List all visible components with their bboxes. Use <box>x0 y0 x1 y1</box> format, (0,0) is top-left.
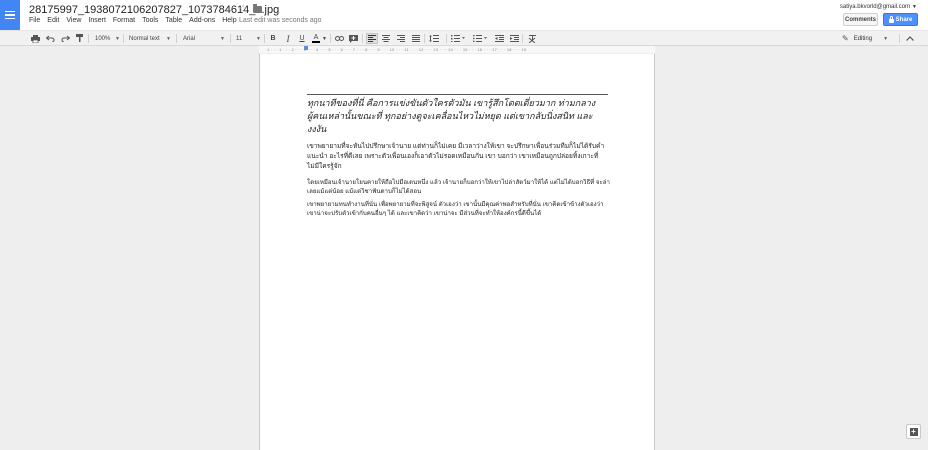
numbered-list-icon[interactable] <box>450 33 466 44</box>
insert-comment-icon[interactable] <box>348 33 358 44</box>
text-color-caret-icon[interactable]: ▼ <box>322 33 327 44</box>
align-justify-button[interactable] <box>411 33 421 44</box>
toolbar-divider <box>362 34 363 43</box>
caret-down-icon: ▼ <box>912 4 917 10</box>
menu-format[interactable]: Format <box>113 17 135 24</box>
font-value: Arial <box>183 35 196 42</box>
font-select[interactable]: Arial ▼ <box>183 33 225 44</box>
undo-icon[interactable] <box>45 33 55 44</box>
link-icon[interactable] <box>334 33 344 44</box>
share-button[interactable]: Share <box>883 13 918 26</box>
line-spacing-icon[interactable] <box>428 33 442 44</box>
ruler-labels: 1 · · · 1 · · · 2 · · · 3 · · · 4 · · · … <box>267 47 527 52</box>
menu-tools[interactable]: Tools <box>142 17 158 24</box>
add-comment-icon: + <box>909 426 918 436</box>
menu-insert[interactable]: Insert <box>88 17 106 24</box>
toolbar-divider <box>522 34 523 43</box>
font-size-select[interactable]: 11 ▼ <box>236 33 261 44</box>
editing-mode-select[interactable]: ✎ Editing ▼ <box>842 33 888 44</box>
paragraph-style-value: Normal text <box>129 35 160 42</box>
paragraph-4[interactable]: เขาพยายามทนทำงานที่นั่น เพื่อพยายามที่จะ… <box>307 200 610 218</box>
comments-button[interactable]: Comments <box>843 13 878 26</box>
bold-button[interactable]: B <box>268 33 278 44</box>
clear-formatting-icon[interactable] <box>527 33 537 44</box>
paragraph-2[interactable]: เขาพยายามที่จะหันไปปรึกษาเจ้านาย แต่ท่าน… <box>307 142 610 172</box>
text-color-button[interactable]: A <box>311 33 321 44</box>
redo-icon[interactable] <box>60 33 70 44</box>
toolbar: 100% ▼ Normal text ▼ Arial ▼ 11 ▼ B I U A ▼ <box>0 30 928 46</box>
menu-addons[interactable]: Add-ons <box>189 17 215 24</box>
menu-file[interactable]: File <box>29 17 40 24</box>
align-left-button[interactable] <box>366 33 378 44</box>
menu-bar: File Edit View Insert Format Tools Table… <box>29 17 244 24</box>
zoom-value: 100% <box>95 35 111 42</box>
menu-table[interactable]: Table <box>165 17 182 24</box>
paragraph-1[interactable]: ทุกนาทีของที่นี่ คือการแข่งขันตัวใครตัวม… <box>307 97 610 136</box>
print-icon[interactable] <box>30 33 40 44</box>
add-comment-button[interactable]: + <box>906 424 921 439</box>
menu-help[interactable]: Help <box>222 17 236 24</box>
share-label: Share <box>895 16 913 23</box>
menu-edit[interactable]: Edit <box>47 17 59 24</box>
menu-view[interactable]: View <box>66 17 81 24</box>
last-edit-status[interactable]: Last edit was seconds ago <box>239 17 322 24</box>
paragraph-3[interactable]: โดยเหมือนเจ้านายโยนคายให้ถือไปมือเดนหนึ่… <box>307 178 610 196</box>
underline-button[interactable]: U <box>297 33 307 44</box>
toolbar-divider <box>899 34 900 43</box>
increase-indent-icon[interactable] <box>509 33 519 44</box>
pencil-icon: ✎ <box>842 34 849 43</box>
toolbar-divider <box>176 34 177 43</box>
account-menu[interactable]: satiya.bkvorld@gmail.com ▼ <box>840 4 917 10</box>
caret-down-icon: ▼ <box>883 35 889 42</box>
editing-mode-label: Editing <box>853 35 873 42</box>
docs-logo-icon[interactable] <box>0 0 20 30</box>
caret-down-icon: ▼ <box>256 35 261 42</box>
align-right-button[interactable] <box>396 33 406 44</box>
text-color-swatch <box>312 41 320 43</box>
horizontal-line <box>307 94 608 95</box>
account-email: satiya.bkvorld@gmail.com <box>839 4 911 10</box>
star-icon[interactable]: ☆ <box>238 3 248 15</box>
toolbar-divider <box>424 34 425 43</box>
text-color-letter: A <box>313 34 319 41</box>
zoom-select[interactable]: 100% ▼ <box>95 33 120 44</box>
caret-down-icon: ▼ <box>166 35 171 42</box>
toolbar-divider <box>123 34 124 43</box>
paragraph-style-select[interactable]: Normal text ▼ <box>129 33 171 44</box>
italic-button[interactable]: I <box>283 33 293 44</box>
decrease-indent-icon[interactable] <box>494 33 504 44</box>
toolbar-divider <box>88 34 89 43</box>
caret-down-icon: ▼ <box>115 35 120 42</box>
lock-icon <box>888 15 894 23</box>
paint-format-icon[interactable] <box>75 33 85 44</box>
toolbar-divider <box>230 34 231 43</box>
folder-icon[interactable] <box>252 4 262 13</box>
title-actions: ☆ <box>238 3 262 15</box>
header-bar: 28175997_1938072106207827_1073784614_n.j… <box>0 0 928 30</box>
document-page[interactable]: ทุกนาทีของที่นี่ คือการแข่งขันตัวใครตัวม… <box>259 54 655 450</box>
bulleted-list-icon[interactable] <box>472 33 488 44</box>
toolbar-divider <box>330 34 331 43</box>
font-size-value: 11 <box>236 35 243 42</box>
toolbar-divider <box>446 34 447 43</box>
ruler[interactable]: 1 · · · 1 · · · 2 · · · 3 · · · 4 · · · … <box>259 46 655 53</box>
toolbar-divider <box>264 34 265 43</box>
align-center-button[interactable] <box>381 33 391 44</box>
collapse-menus-icon[interactable] <box>905 33 915 44</box>
caret-down-icon: ▼ <box>220 35 225 42</box>
